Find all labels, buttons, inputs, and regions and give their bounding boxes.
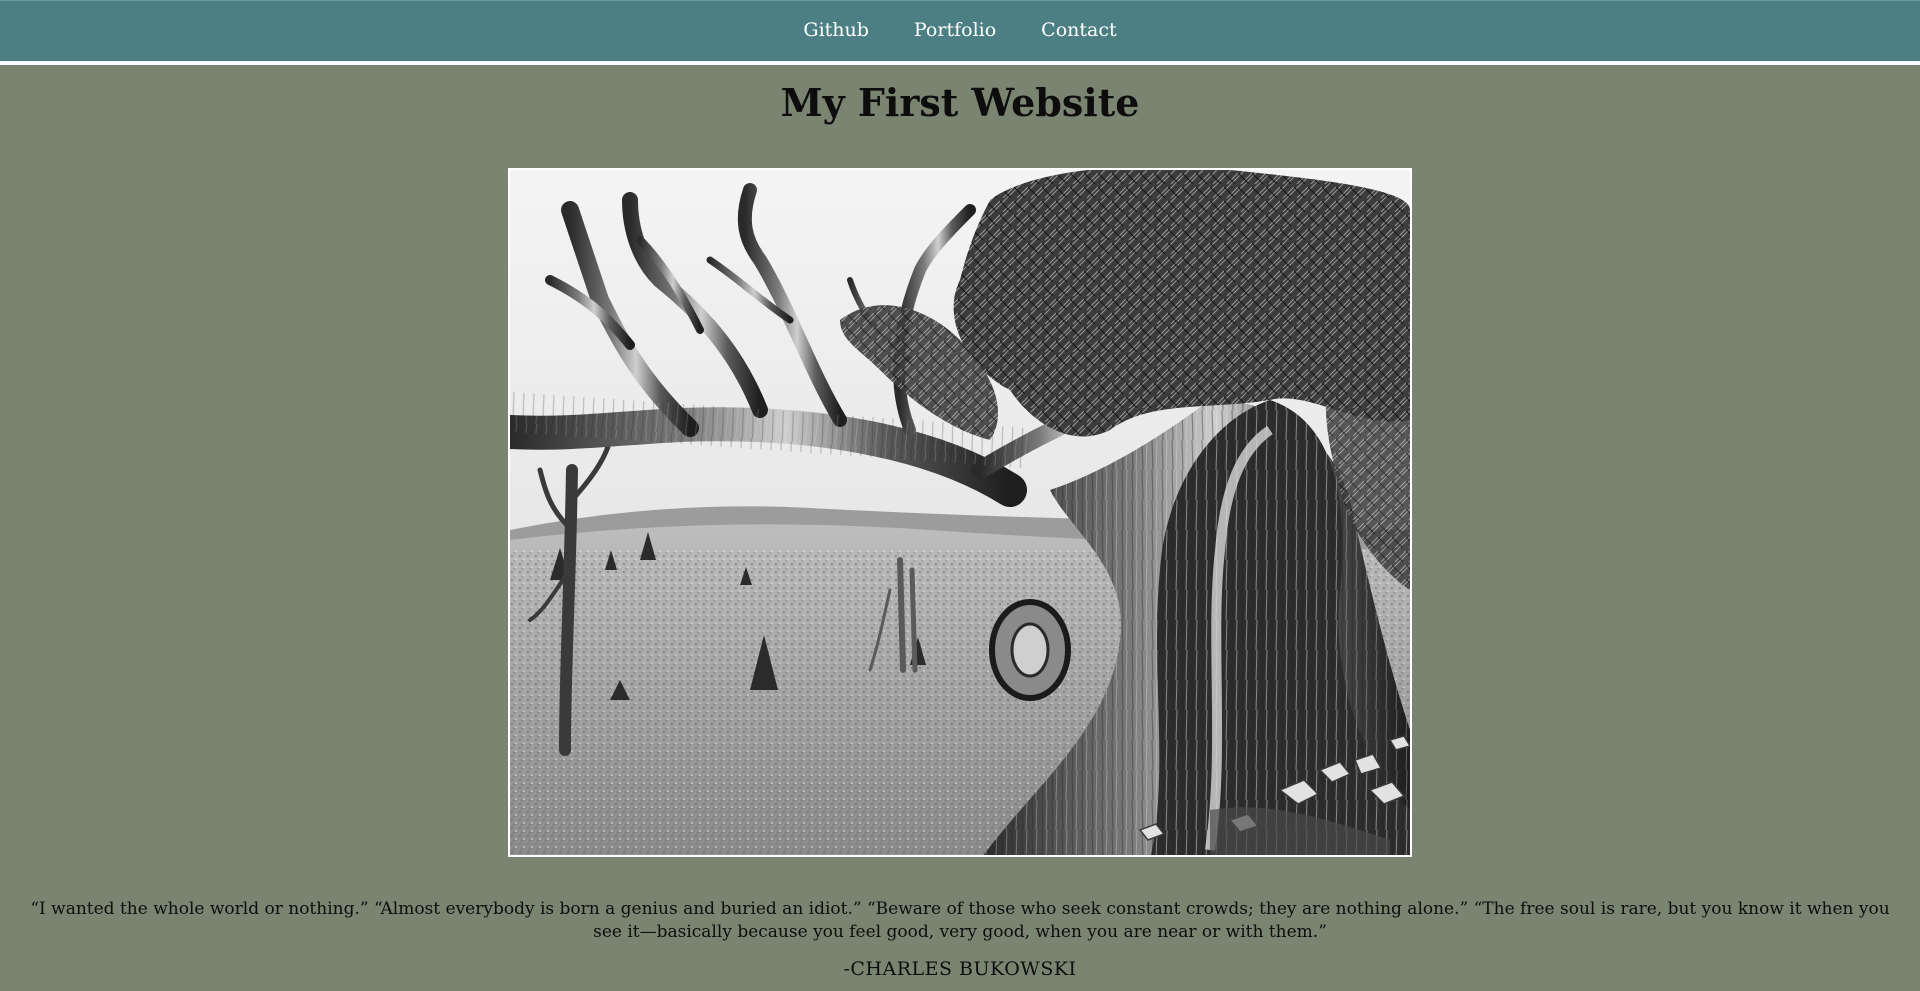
- bristlecone-pine-photo-icon: [510, 170, 1410, 855]
- quote-text: “I wanted the whole world or nothing.” “…: [30, 899, 1890, 942]
- nav-link-github[interactable]: Github: [803, 20, 869, 40]
- page-title: My First Website: [780, 80, 1140, 125]
- navbar-divider: [0, 61, 1920, 65]
- quote-author: -CHARLES BUKOWSKI: [843, 958, 1077, 980]
- nav-link-portfolio[interactable]: Portfolio: [914, 20, 996, 40]
- hero-image: [508, 168, 1412, 857]
- top-navbar: Github Portfolio Contact: [0, 0, 1920, 61]
- nav-link-contact[interactable]: Contact: [1041, 20, 1116, 40]
